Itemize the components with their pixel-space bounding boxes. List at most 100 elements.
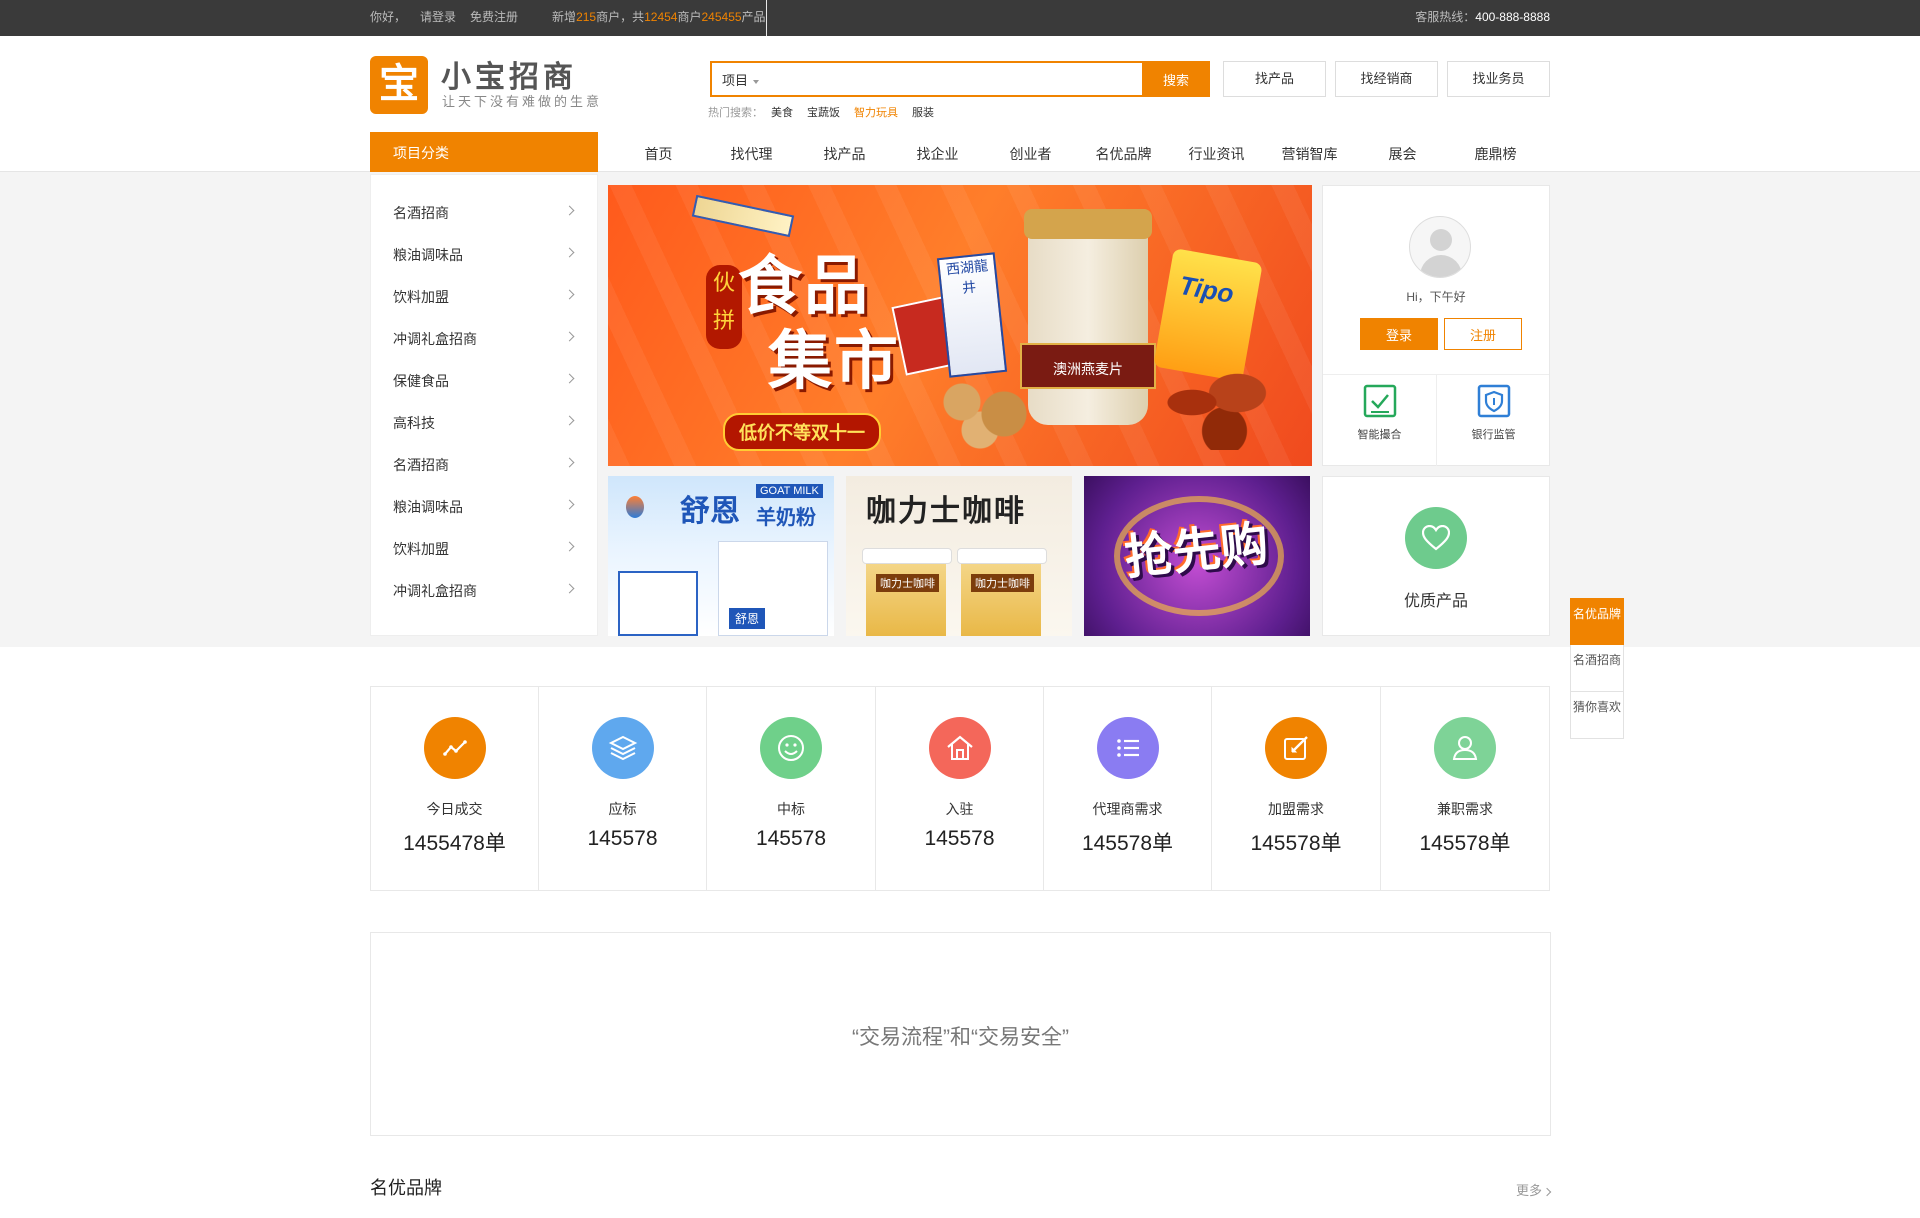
category-list: 名酒招商 粮油调味品 饮料加盟 冲调礼盒招商 保健食品 高科技 名酒招商 粮油调… [370,174,598,636]
category-item[interactable]: 保健食品 [393,371,575,391]
bank-supervision-link[interactable]: 银行监管 [1437,384,1550,442]
stat-parttime-demand[interactable]: 兼职需求 145578单 [1381,687,1549,890]
chevron-right-icon [564,331,575,342]
nav-item-marketing[interactable]: 营销智库 [1263,132,1356,176]
hot-search: 热门搜索： 美食 宝蔬饭 智力玩具 服装 [708,104,948,120]
nav-item-home[interactable]: 首页 [612,132,705,176]
tea-pack-image: 西湖龍井 [936,252,1008,378]
category-heading[interactable]: 项目分类 [370,132,598,173]
nav-item-entrepreneur[interactable]: 创业者 [984,132,1077,176]
category-item[interactable]: 冲调礼盒招商 [393,581,575,601]
category-item[interactable]: 粮油调味品 [393,245,575,265]
topbar-left: 你好， 请登录 免费注册 [370,10,532,24]
trade-flow-section: “交易流程”和“交易安全” [370,932,1551,1136]
gift-bag-image: 舒恩 [718,541,828,636]
avatar[interactable] [1409,216,1471,278]
edit-icon [1265,717,1327,779]
category-item[interactable]: 名酒招商 [393,203,575,223]
stat-won[interactable]: 中标 145578 [707,687,876,890]
chevron-right-icon [564,415,575,426]
category-label: 饮料加盟 [393,289,449,305]
category-label: 保健食品 [393,373,449,389]
category-item[interactable]: 饮料加盟 [393,539,575,559]
find-product-button[interactable]: 找产品 [1223,61,1326,97]
stats-text: 商户 [677,10,702,24]
coffee-cup-image: 咖力士咖啡 [957,548,1047,636]
smart-match-link[interactable]: 智能撮合 [1323,384,1436,442]
chevron-right-icon [564,247,575,258]
logo-icon[interactable]: 宝 [370,56,428,114]
chevron-right-icon [564,457,575,468]
hot-search-label: 热门搜索： [708,107,763,119]
quality-products-card[interactable]: 优质产品 [1322,476,1550,636]
side-float-nav: 名优品牌 名酒招商 猜你喜欢 [1570,598,1624,739]
nav-item-brands[interactable]: 名优品牌 [1077,132,1170,176]
search-category-select[interactable]: 项目 [722,70,760,89]
hot-term[interactable]: 美食 [771,107,793,119]
search-input[interactable] [782,67,1122,91]
side-nav-brands[interactable]: 名优品牌 [1570,598,1624,645]
stat-label: 应标 [608,801,637,817]
stat-value: 145578单 [1250,832,1342,855]
nav-item-news[interactable]: 行业资讯 [1170,132,1263,176]
main-nav: 首页 找代理 找产品 找企业 创业者 名优品牌 行业资讯 营销智库 展会 鹿鼎榜 [612,132,1562,173]
category-label: 高科技 [393,415,435,431]
nav-item-ranking[interactable]: 鹿鼎榜 [1449,132,1542,176]
cup-label: 咖力士咖啡 [876,574,939,592]
register-link[interactable]: 免费注册 [470,10,518,24]
quality-label: 优质产品 [1403,593,1468,610]
hotline-label: 客服热线： [1415,10,1476,24]
category-item[interactable]: 冲调礼盒招商 [393,329,575,349]
stat-label: 加盟需求 [1268,801,1324,817]
nav-item-product[interactable]: 找产品 [798,132,891,176]
new-merchant-count: 215 [576,10,597,24]
stat-value: 145578单 [1081,832,1174,855]
stat-settled[interactable]: 入驻 145578 [876,687,1044,890]
stats-text: 新增 [552,10,577,24]
side-nav-liquor[interactable]: 名酒招商 [1570,645,1624,692]
stat-today-deals[interactable]: 今日成交 1455478单 [371,687,539,890]
side-nav-recommend[interactable]: 猜你喜欢 [1570,692,1624,739]
banner-title-line2: 集市 [768,324,900,399]
stat-agent-demand[interactable]: 代理商需求 145578单 [1044,687,1212,890]
hot-term[interactable]: 宝蔬饭 [807,107,840,119]
stat-bids[interactable]: 应标 145578 [539,687,707,890]
category-item[interactable]: 粮油调味品 [393,497,575,517]
stats-panel: 今日成交 1455478单 应标 145578 中标 145578 入驻 145… [370,686,1550,891]
main-banner[interactable]: 伙拼 食品 集市 西湖龍井 澳洲燕麦片 Tipo 低价不等双十一 [608,185,1312,466]
promo-coffee[interactable]: 咖力士咖啡 咖力士咖啡 咖力士咖啡 [846,476,1072,636]
brand-section-header: 名优品牌 更多 [370,1172,1552,1202]
merchant-total: 12454 [644,10,678,24]
category-label: 名酒招商 [393,457,449,473]
promo-goat-milk[interactable]: 舒恩 GOAT MILK 羊奶粉 舒恩 [608,476,834,636]
category-item[interactable]: 名酒招商 [393,455,575,475]
find-salesman-button[interactable]: 找业务员 [1447,61,1550,97]
promo-flash-sale[interactable]: 抢先购 [1084,476,1310,636]
stat-value: 145578 [755,827,827,850]
find-distributor-button[interactable]: 找经销商 [1335,61,1438,97]
stat-value: 145578单 [1419,832,1511,855]
nav-item-agent[interactable]: 找代理 [705,132,798,176]
greeting-text: 你好， [370,10,407,24]
logo-name[interactable]: 小宝招商 [441,52,577,96]
trend-icon [423,717,486,779]
nav-item-expo[interactable]: 展会 [1356,132,1449,176]
list-icon [1096,717,1159,779]
nav-item-company[interactable]: 找企业 [891,132,984,176]
category-item[interactable]: 高科技 [393,413,575,433]
avatar-head [1430,229,1452,251]
more-link[interactable]: 更多 [1516,1180,1552,1199]
oatmeal-jar-image [1024,209,1152,425]
hot-term[interactable]: 服装 [912,107,934,119]
stat-franchise-demand[interactable]: 加盟需求 145578单 [1212,687,1381,890]
login-link[interactable]: 请登录 [420,10,456,24]
stat-value: 145578 [924,827,995,850]
search-button[interactable]: 搜索 [1142,61,1210,97]
login-button[interactable]: 登录 [1360,318,1438,350]
hot-term-active[interactable]: 智力玩具 [854,107,898,119]
milk-box-image [618,571,698,636]
register-button[interactable]: 注册 [1444,318,1522,350]
chevron-right-icon [564,373,575,384]
category-item[interactable]: 饮料加盟 [393,287,575,307]
category-label: 冲调礼盒招商 [393,331,477,347]
